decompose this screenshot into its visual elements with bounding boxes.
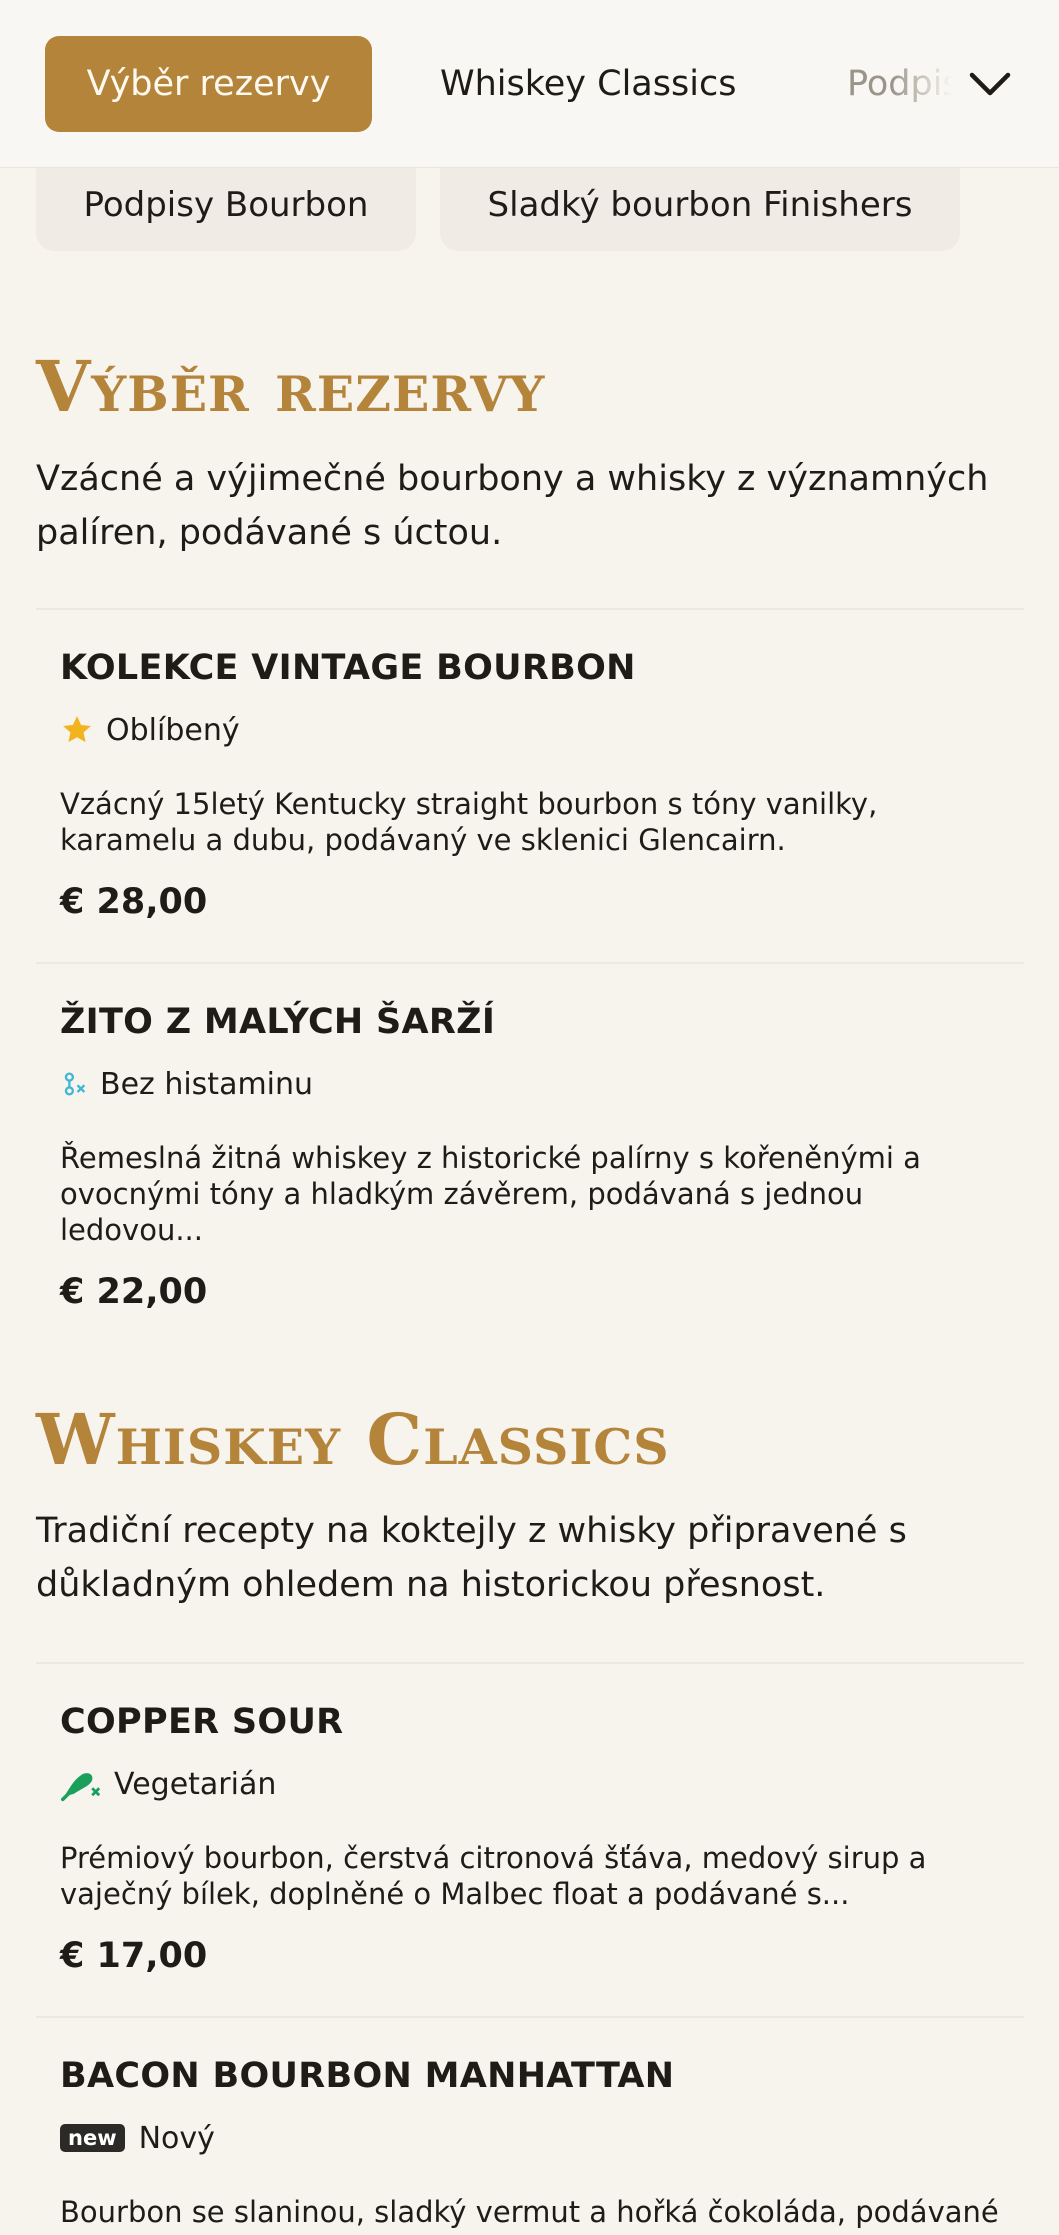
item-name: Kolekce Vintage Bourbon [60,648,636,688]
item-name: Bacon Bourbon Manhattan [60,2056,675,2096]
vegetarian-icon [60,1765,102,1803]
histamine-free-icon [60,1069,88,1099]
item-name: Žito z malých šarží [60,1002,496,1042]
item-tag: Vegetarián [60,1764,1010,1804]
item-tag-label: Vegetarián [114,1766,277,1802]
more-categories-button[interactable] [960,54,1020,114]
divider [36,608,1024,610]
chevron-down-icon [969,72,1011,96]
category-nav: Výběr rezervy Whiskey Classics Podpisy B… [0,0,1059,168]
menu-item[interactable]: Žito z malých šarží Bez histaminu Řemesl… [60,1002,1010,1312]
item-price: € 17,00 [60,1936,208,1976]
section-description: Vzácné a výjimečné bourbony a whisky z v… [36,459,989,553]
tab-label: Podpisy Bourbon [847,64,952,104]
section-description: Tradiční recepty na koktejly z whisky př… [36,1511,907,1605]
tab-podpisy-bourbon[interactable]: Podpisy Bourbon [847,36,952,132]
item-description: Bourbon se slaninou, sladký vermut a hoř… [60,2195,999,2229]
category-chip-label: Podpisy Bourbon [83,184,369,225]
item-price: € 22,00 [60,1272,208,1312]
tab-whiskey-classics[interactable]: Whiskey Classics [440,36,740,132]
divider [36,2016,1024,2018]
menu-item[interactable]: Bacon Bourbon Manhattan new Nový Bourbon… [60,2056,1010,2230]
item-name: Copper Sour [60,1702,344,1742]
item-tag: Oblíbený [60,710,1010,750]
section-title: Whiskey Classics [36,1398,670,1481]
item-tag-label: Nový [138,2120,215,2156]
divider [36,1662,1024,1664]
menu-item[interactable]: Kolekce Vintage Bourbon Oblíbený Vzácný … [60,648,1010,922]
item-price: € 28,00 [60,882,208,922]
item-tag-label: Bez histaminu [100,1066,314,1102]
item-description: Řemeslná žitná whiskey z historické palí… [60,1141,921,1247]
category-chip-label: Sladký bourbon Finishers [487,184,913,225]
item-tag-label: Oblíbený [106,712,240,748]
menu-page: Podpisy Bourbon Sladký bourbon Finishers… [0,0,1059,2235]
divider [36,962,1024,964]
new-badge-icon: new [60,2124,125,2152]
item-description: Vzácný 15letý Kentucky straight bourbon … [60,787,878,857]
star-icon [60,713,94,747]
tab-vyber-rezervy[interactable]: Výběr rezervy [45,36,372,132]
section-title: Výběr rezervy [36,345,546,428]
menu-item[interactable]: Copper Sour Vegetarián Prémiový bourbon,… [60,1702,1010,1976]
item-description: Prémiový bourbon, čerstvá citronová šťáv… [60,1841,927,1911]
item-tag: Bez histaminu [60,1064,1010,1104]
tab-label: Výběr rezervy [86,64,331,104]
tab-label: Whiskey Classics [440,64,737,104]
item-tag: new Nový [60,2118,1010,2158]
